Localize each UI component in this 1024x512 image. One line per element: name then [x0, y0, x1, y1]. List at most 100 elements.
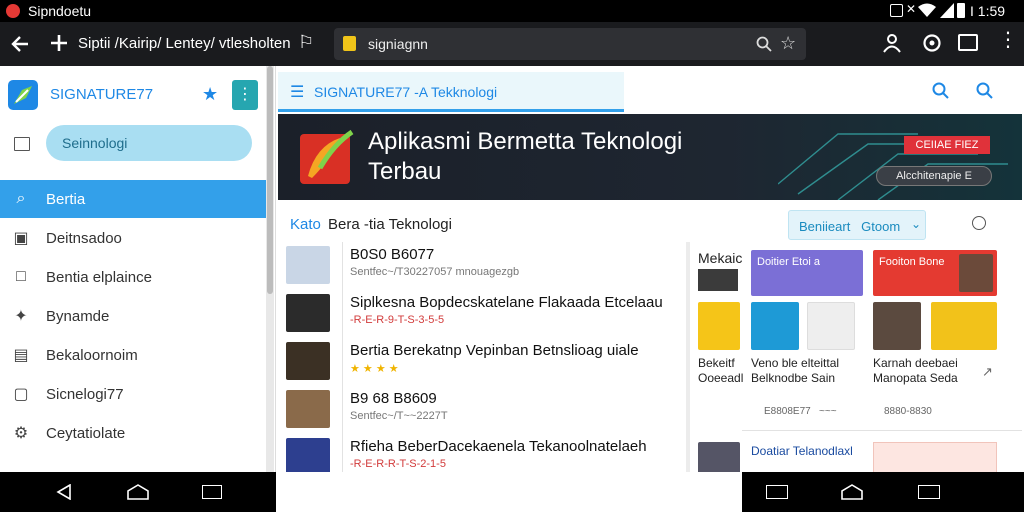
card-caption: Belknodbe Sain	[751, 371, 836, 385]
sidebar-item-3[interactable]: □ Bentia elplaince	[0, 258, 266, 296]
app-status-icon	[6, 4, 20, 18]
search-icon[interactable]	[932, 82, 950, 100]
recents-icon[interactable]	[766, 485, 788, 499]
mute-icon: ✕	[906, 2, 917, 16]
sidebar-item-label: Deitnsadoo	[46, 229, 122, 247]
puzzle-icon: ✦	[14, 308, 28, 325]
list-item[interactable]: B9 68 B8609 Sentfec~/T~~2227T	[286, 386, 686, 436]
filter-button[interactable]: Beniieart Gtoom ⌄	[788, 210, 926, 240]
main-content: ☰ SIGNATURE77 -A Tekknologi Aplikasmi Be…	[276, 66, 1024, 512]
new-tab-plus-icon[interactable]	[50, 34, 68, 52]
menu-dots-icon[interactable]: ⋮	[998, 30, 1018, 50]
section-title: Bera -tia Teknologi	[328, 216, 452, 233]
card-meta: 8880-8830	[884, 406, 932, 417]
hamburger-icon[interactable]: ☰	[290, 82, 304, 102]
page-icon: ▢	[13, 386, 29, 403]
sidebar-item-1[interactable]: ⌕ Bertia	[0, 180, 266, 218]
star-icon[interactable]: ☆	[780, 33, 796, 54]
page-title: Siptii /Kairip/ Lentey/ vtlesholten	[78, 35, 291, 52]
search-icon[interactable]	[976, 82, 994, 100]
avatar	[751, 302, 799, 350]
sidebar-item-4[interactable]: ✦ Bynamde	[0, 297, 266, 335]
status-app-title: Sipndoetu	[28, 3, 92, 19]
home-icon[interactable]	[126, 484, 150, 500]
main-tab[interactable]: ☰ SIGNATURE77 -A Tekknologi	[278, 72, 624, 112]
home-icon[interactable]	[840, 484, 864, 500]
card-purple-label: Doitier Etoi a	[757, 256, 820, 268]
filter-button-label: Beniieart Gtoom	[799, 219, 901, 234]
article-title: Siplkesna Bopdecskatelane Flakaada Etcel…	[350, 294, 663, 311]
browser-toolbar: Siptii /Kairip/ Lentey/ vtlesholten ⚐ si…	[0, 22, 1024, 66]
recents-icon[interactable]	[202, 485, 222, 499]
article-thumbnail	[286, 246, 330, 284]
chevron-down-icon: ⌄	[911, 217, 922, 231]
article-title: Rfieha BeberDacekaenela Tekanoolnatelaeh	[350, 438, 647, 455]
card-red[interactable]: Fooiton Bone	[873, 250, 997, 296]
comment-icon[interactable]	[972, 216, 986, 230]
article-title: Bertia Berekatnp Vepinban Betnslioag uia…	[350, 342, 639, 359]
side-text-b: Ooeeadl	[698, 371, 744, 385]
search-pill[interactable]: Seinnologi	[46, 125, 252, 161]
sidebar-item-7[interactable]: ⚙ Ceytatiolate	[0, 414, 266, 452]
article-meta: -R-E-R-9-T-S-3-5-5	[350, 314, 445, 326]
list-item[interactable]: Siplkesna Bopdecskatelane Flakaada Etcel…	[286, 290, 686, 340]
article-meta: ★ ★ ★ ★	[350, 363, 399, 375]
card-red-label: Fooiton Bone	[879, 256, 945, 268]
search-pill-label: Seinnologi	[62, 135, 128, 151]
layout-icon[interactable]	[14, 137, 30, 151]
bookmark-flag-icon[interactable]: ⚐	[298, 32, 314, 53]
status-bar: Sipndoetu ✕ I 1:59	[0, 0, 1024, 22]
article-meta: -R-E-R-R-T-S-2-1-5	[350, 458, 446, 470]
bottom-card-divider	[742, 430, 1022, 431]
tabs-icon[interactable]	[958, 34, 978, 51]
banner-badge-red[interactable]: CEIIAE FIEZ	[904, 136, 990, 154]
lock-icon	[343, 36, 356, 51]
bottom-card-label[interactable]: Doatiar Telanodlaxl	[751, 444, 853, 458]
sidebar-item-2[interactable]: ▣ Deitnsadoo	[0, 219, 266, 257]
sidebar-item-label: Bertia	[46, 190, 86, 208]
share-icon[interactable]: ↗	[982, 364, 993, 380]
account-icon[interactable]	[882, 33, 902, 53]
sidebar-menu-button[interactable]: ⋮	[232, 80, 258, 110]
sidebar-item-5[interactable]: ▤ Bekaloornoim	[0, 336, 266, 374]
pin-icon[interactable]: ★	[202, 84, 218, 105]
system-nav-bar	[0, 472, 1024, 512]
sidebar-item-label: Bentia elplaince	[46, 268, 152, 286]
avatar	[931, 302, 997, 350]
list-item[interactable]: B0S0 B6077 Sentfec~/T30227057 mnouagezgb	[286, 242, 686, 292]
avatar	[807, 302, 855, 350]
banner-badge-dark[interactable]: Alcchitenapie E	[876, 166, 992, 186]
article-title: B0S0 B6077	[350, 246, 435, 263]
side-face	[698, 302, 740, 350]
article-thumbnail	[286, 342, 330, 380]
sidebar-item-label: Bynamde	[46, 307, 110, 325]
shield-icon[interactable]	[922, 33, 942, 53]
signal-icon	[940, 3, 954, 18]
sidebar: SIGNATURE77 ★ ⋮ Seinnologi ⌕ Bertia ▣ Deitn…	[0, 66, 276, 472]
sidebar-item-6[interactable]: ▢ Sicnelogi77	[0, 375, 266, 413]
address-text[interactable]: signiagnn	[368, 36, 428, 52]
article-title: B9 68 B8609	[350, 390, 437, 407]
card-caption: Manopata Seda	[873, 371, 958, 385]
list-item[interactable]: Bertia Berekatnp Vepinban Betnslioag uia…	[286, 338, 686, 388]
back-icon[interactable]	[56, 484, 72, 500]
side-thumb	[698, 269, 738, 291]
image-icon: ▤	[13, 347, 29, 364]
address-bar[interactable]: signiagnn ☆	[334, 28, 806, 60]
card-purple[interactable]: Doitier Etoi a	[751, 250, 863, 296]
hero-banner[interactable]: Aplikasmi Bermetta Teknologi Terbau CEII…	[278, 114, 1022, 200]
battery-icon	[957, 3, 965, 18]
sidebar-item-label: Ceytatiolate	[46, 424, 126, 442]
back-arrow-icon[interactable]	[10, 34, 30, 54]
article-thumbnail	[286, 294, 330, 332]
article-meta: Sentfec~/T~~2227T	[350, 410, 448, 422]
card-red-avatar	[959, 254, 993, 292]
settings-icon: ⚙	[13, 425, 29, 442]
logo-leaf-icon	[14, 86, 32, 104]
brand-logo[interactable]	[8, 80, 38, 110]
search-icon[interactable]	[756, 36, 772, 52]
recents-icon[interactable]	[918, 485, 940, 499]
calendar-icon: ▣	[13, 230, 29, 247]
nav-bar-gap	[276, 472, 742, 512]
sidebar-scrollbar[interactable]	[266, 66, 274, 472]
